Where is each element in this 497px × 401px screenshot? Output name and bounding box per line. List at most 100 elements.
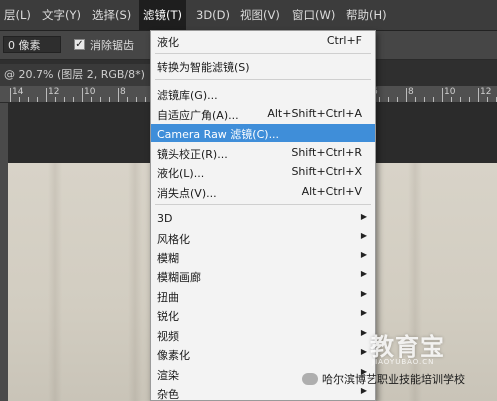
antialias-label: 消除锯齿 — [90, 39, 134, 52]
menu-item-shortcut: Alt+Shift+Ctrl+A — [267, 107, 362, 120]
menu-item-distort[interactable]: 扭曲 ▶ — [151, 287, 375, 305]
menu-item-label: 锐化 — [157, 310, 179, 323]
menu-item-label: 像素化 — [157, 349, 190, 362]
menu-item-adaptive-wide-angle[interactable]: 自适应广角(A)... Alt+Shift+Ctrl+A — [151, 105, 375, 123]
ruler-tick — [379, 97, 380, 102]
ruler-tick — [469, 97, 470, 102]
filter-menu-dropdown: 液化 Ctrl+F 转换为智能滤镜(S) 滤镜库(G)... 自适应广角(A).… — [150, 30, 376, 401]
menu-item-label: 扭曲 — [157, 291, 179, 304]
ruler-tick — [451, 97, 452, 102]
ruler-tick — [46, 88, 47, 102]
ruler-tick — [433, 97, 434, 102]
menu-item-label: 风格化 — [157, 233, 190, 246]
watermark-account: 哈尔滨博艺职业技能培训学校 — [322, 373, 465, 386]
menu-item-label: 杂色 — [157, 388, 179, 401]
menu-type[interactable]: 文字(Y) — [38, 0, 85, 30]
ruler-label: 8 — [408, 87, 414, 97]
menu-item-stylize[interactable]: 风格化 ▶ — [151, 229, 375, 247]
menu-item-label: 液化(L)... — [157, 167, 205, 180]
menu-item-label: 转换为智能滤镜(S) — [157, 61, 250, 74]
ruler-tick — [37, 97, 38, 102]
ruler-tick — [127, 97, 128, 102]
menu-view[interactable]: 视图(V) — [236, 0, 284, 30]
menu-item-liquify[interactable]: 液化(L)... Shift+Ctrl+X — [151, 163, 375, 181]
menu-3d[interactable]: 3D(D) — [192, 0, 234, 30]
ruler-tick — [424, 97, 425, 102]
menu-item-shortcut: Alt+Ctrl+V — [301, 185, 362, 198]
ruler-tick — [442, 88, 443, 102]
triangle-right-icon: ▶ — [360, 308, 367, 317]
menu-item-3d[interactable]: 3D ▶ — [151, 210, 375, 228]
ruler-tick — [487, 97, 488, 102]
ruler-tick — [406, 88, 407, 102]
triangle-right-icon: ▶ — [360, 231, 367, 240]
watermark-brand: 教育宝 — [370, 332, 445, 361]
ruler-label: 10 — [84, 87, 96, 97]
menu-item-lens-correction[interactable]: 镜头校正(R)... Shift+Ctrl+R — [151, 144, 375, 162]
menu-item-label: 模糊画廊 — [157, 271, 201, 284]
menu-item-label: 液化 — [157, 36, 179, 49]
menu-item-camera-raw[interactable]: Camera Raw 滤镜(C)... — [151, 124, 375, 142]
menu-item-shortcut: Shift+Ctrl+X — [291, 165, 362, 178]
menu-select[interactable]: 选择(S) — [88, 0, 135, 30]
triangle-right-icon: ▶ — [360, 212, 367, 221]
menu-separator — [155, 53, 371, 54]
ruler-tick — [28, 97, 29, 102]
menu-separator — [155, 204, 371, 205]
menu-item-label: 消失点(V)... — [157, 187, 217, 200]
ruler-tick — [388, 97, 389, 102]
ruler-tick — [136, 97, 137, 102]
ruler-tick — [19, 97, 20, 102]
triangle-right-icon: ▶ — [360, 269, 367, 278]
document-tab[interactable]: @ 20.7% (图层 2, RGB/8*) — [0, 64, 154, 86]
canvas-texture — [128, 163, 142, 401]
menu-item-sharpen[interactable]: 锐化 ▶ — [151, 306, 375, 324]
ruler-tick — [73, 97, 74, 102]
feather-input[interactable]: 0 像素 — [3, 36, 61, 53]
menu-help[interactable]: 帮助(H) — [342, 0, 391, 30]
ruler-tick — [397, 97, 398, 102]
triangle-right-icon: ▶ — [360, 250, 367, 259]
canvas-texture — [48, 163, 62, 401]
menu-item-blur-gallery[interactable]: 模糊画廊 ▶ — [151, 267, 375, 285]
menu-filter[interactable]: 滤镜(T) — [139, 0, 186, 30]
menu-item-label: Camera Raw 滤镜(C)... — [157, 128, 280, 141]
ruler-label: 12 — [48, 87, 60, 97]
menu-item-video[interactable]: 视频 ▶ — [151, 326, 375, 344]
ruler-tick — [415, 97, 416, 102]
wechat-icon — [302, 373, 318, 385]
antialias-checkbox[interactable]: ✓ — [74, 39, 85, 50]
menu-item-pixelate[interactable]: 像素化 ▶ — [151, 345, 375, 363]
ruler-tick — [118, 88, 119, 102]
triangle-right-icon: ▶ — [360, 386, 367, 395]
menu-item-label: 滤镜库(G)... — [157, 89, 218, 102]
menu-item-label: 模糊 — [157, 252, 179, 265]
checkmark-icon: ✓ — [75, 39, 84, 50]
ruler-tick — [460, 97, 461, 102]
menu-layer[interactable]: 层(L) — [0, 0, 35, 30]
menu-item-last-filter[interactable]: 液化 Ctrl+F — [151, 32, 375, 50]
ruler-tick — [100, 97, 101, 102]
ruler-tick — [55, 97, 56, 102]
menu-bar: 层(L) 文字(Y) 选择(S) 滤镜(T) 3D(D) 视图(V) 窗口(W)… — [0, 0, 497, 31]
menu-item-label: 渲染 — [157, 369, 179, 382]
triangle-right-icon: ▶ — [360, 289, 367, 298]
menu-window[interactable]: 窗口(W) — [288, 0, 339, 30]
ruler-tick — [91, 97, 92, 102]
menu-item-label: 自适应广角(A)... — [157, 109, 239, 122]
ruler-label: 8 — [120, 87, 126, 97]
menu-item-convert-smart-filter[interactable]: 转换为智能滤镜(S) — [151, 57, 375, 75]
menu-item-filter-gallery[interactable]: 滤镜库(G)... — [151, 85, 375, 103]
ruler-label: 12 — [480, 87, 492, 97]
triangle-right-icon: ▶ — [360, 328, 367, 337]
vertical-ruler — [0, 103, 8, 401]
ruler-tick — [10, 88, 11, 102]
ruler-tick — [478, 88, 479, 102]
menu-item-vanishing-point[interactable]: 消失点(V)... Alt+Ctrl+V — [151, 183, 375, 201]
ruler-tick — [64, 97, 65, 102]
menu-item-blur[interactable]: 模糊 ▶ — [151, 248, 375, 266]
menu-item-shortcut: Ctrl+F — [326, 34, 362, 47]
ruler-tick — [109, 97, 110, 102]
menu-item-shortcut: Shift+Ctrl+R — [291, 146, 362, 159]
triangle-right-icon: ▶ — [360, 347, 367, 356]
